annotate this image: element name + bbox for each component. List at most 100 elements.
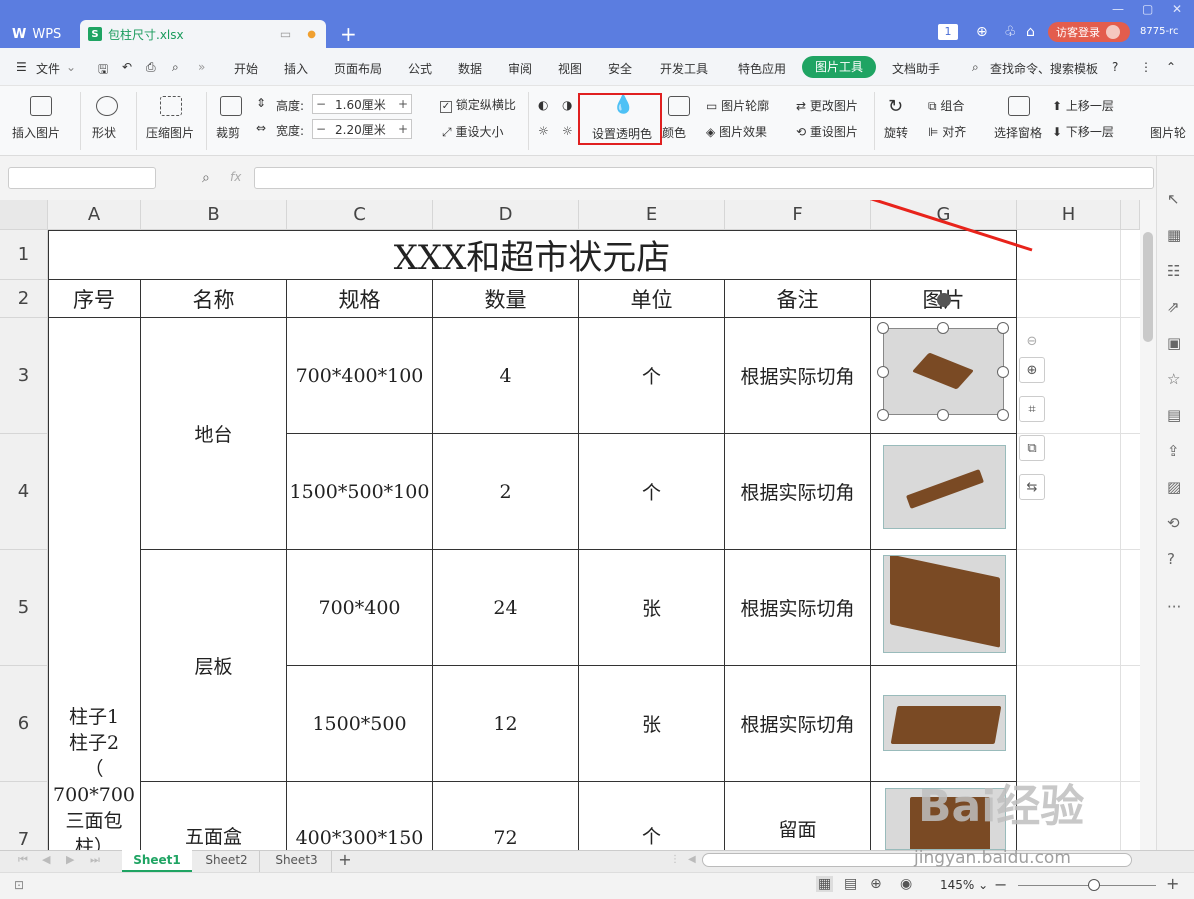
spec-cell[interactable]: 400*300*150 [287, 782, 433, 850]
rotate-handle-icon[interactable] [937, 293, 951, 307]
note-cell[interactable]: 留面 100*300 [725, 782, 871, 850]
lock-ratio-checkbox[interactable]: ✓ 锁定纵横比 [440, 96, 516, 113]
decrease-icon[interactable]: − [313, 122, 329, 136]
effect-button[interactable]: ◈ 图片效果 [706, 123, 767, 140]
quantity-cell[interactable]: 12 [433, 666, 579, 782]
sheet-tab[interactable]: Sheet1 [122, 850, 192, 872]
rotate-button[interactable]: 旋转 [884, 124, 908, 141]
share-panel-icon[interactable]: ⇗ [1167, 298, 1180, 316]
header-cell[interactable]: 名称 [141, 280, 287, 318]
note-cell[interactable]: 根据实际切角 [725, 318, 871, 434]
send-backward-button[interactable]: ⬇ 下移一层 [1052, 123, 1114, 140]
star-icon[interactable]: ☆ [1167, 370, 1180, 388]
splitter-icon[interactable]: ⋮ [670, 854, 680, 865]
add-sheet-button[interactable]: + [334, 850, 356, 872]
name-box[interactable] [8, 167, 156, 189]
fx-icon[interactable]: fx [230, 170, 241, 184]
menu-developer[interactable]: 开发工具 [660, 60, 708, 77]
align-button[interactable]: ⊫ 对齐 [928, 123, 966, 140]
hamburger-icon[interactable]: ☰ [16, 60, 27, 74]
close-icon[interactable]: ✕ [1172, 2, 1182, 16]
resize-handle[interactable] [937, 409, 949, 421]
help-icon[interactable]: ? [1112, 60, 1118, 74]
increase-icon[interactable]: + [395, 97, 411, 111]
resize-handle[interactable] [877, 322, 889, 334]
color-button[interactable]: 颜色 [662, 124, 686, 141]
gallery-icon[interactable]: ▨ [1167, 478, 1181, 496]
bring-forward-button[interactable]: ⬆ 上移一层 [1052, 97, 1114, 114]
header-cell[interactable]: 备注 [725, 280, 871, 318]
picture-to-cell-icon[interactable]: ⧉ [1019, 435, 1045, 461]
unit-cell[interactable]: 张 [579, 550, 725, 666]
menu-insert[interactable]: 插入 [284, 60, 308, 77]
item-number-cell[interactable]: 柱子1 柱子2 （ 700*700 三面包 柱） [48, 318, 141, 850]
sheet-tab[interactable]: Sheet2 [194, 850, 260, 872]
unit-cell[interactable]: 个 [579, 434, 725, 550]
normal-view-icon[interactable]: ▦ [816, 876, 834, 892]
crop-button[interactable]: 裁剪 [216, 124, 240, 141]
reset-picture-button[interactable]: ⟲ 重设图片 [796, 123, 858, 140]
row-header[interactable]: 5 [0, 550, 48, 666]
image-panel-icon[interactable]: ▣ [1167, 334, 1181, 352]
unit-cell[interactable]: 个 [579, 318, 725, 434]
menu-security[interactable]: 安全 [608, 60, 632, 77]
more-panel-icon[interactable]: ··· [1167, 598, 1181, 616]
zoom-out-icon[interactable]: ⊖ [1019, 328, 1045, 354]
name-cell[interactable]: 五面盒 [141, 782, 287, 850]
menu-data[interactable]: 数据 [458, 60, 482, 77]
wps-home-tab[interactable]: W WPS [0, 20, 76, 48]
row-header[interactable]: 3 [0, 318, 48, 434]
selected-picture[interactable] [883, 328, 1004, 415]
header-cell[interactable]: 单位 [579, 280, 725, 318]
first-sheet-icon[interactable]: ⏮ [18, 853, 28, 867]
insert-picture-button[interactable]: 插入图片 [12, 124, 60, 141]
spec-cell[interactable]: 700*400 [287, 550, 433, 666]
picture[interactable] [883, 445, 1006, 529]
chevron-down-icon[interactable]: ⌄ [66, 60, 76, 74]
picture-more-button[interactable]: 图片轮 [1150, 124, 1186, 141]
quantity-cell[interactable]: 2 [433, 434, 579, 550]
unit-cell[interactable]: 个 [579, 782, 725, 850]
resize-handle[interactable] [877, 366, 889, 378]
unit-cell[interactable]: 张 [579, 666, 725, 782]
zoom-out-button[interactable]: − [994, 875, 1007, 894]
prev-sheet-icon[interactable]: ◀ [42, 853, 50, 866]
worksheet[interactable]: A B C D E F G H 1 2 3 4 5 6 7 XXX和超市状元店 … [0, 200, 1156, 850]
last-sheet-icon[interactable]: ⏭ [90, 853, 100, 867]
eye-protection-icon[interactable]: ◉ [900, 876, 912, 892]
help-circle-icon[interactable]: ? [1167, 550, 1175, 568]
menu-doc-helper[interactable]: 文档助手 [892, 60, 940, 77]
undo-icon[interactable]: ↶ [122, 60, 132, 74]
shape-button[interactable]: 形状 [92, 124, 116, 141]
maximize-icon[interactable]: ▢ [1142, 2, 1153, 16]
zoom-level[interactable]: 145% ⌄ [940, 878, 988, 892]
spec-cell[interactable]: 1500*500 [287, 666, 433, 782]
row-header[interactable]: 1 [0, 230, 48, 280]
header-cell[interactable]: 序号 [48, 280, 141, 318]
header-cell[interactable]: 数量 [433, 280, 579, 318]
select-all-corner[interactable] [0, 200, 48, 230]
window-count-badge[interactable]: 1 [938, 24, 958, 40]
change-picture-button[interactable]: ⇄ 更改图片 [796, 97, 858, 114]
menu-file[interactable]: 文件 [36, 60, 60, 77]
menu-review[interactable]: 审阅 [508, 60, 532, 77]
picture[interactable] [883, 695, 1006, 751]
row-header[interactable]: 4 [0, 434, 48, 550]
quantity-cell[interactable]: 72 [433, 782, 579, 850]
zoom-icon[interactable]: ⌕ [202, 170, 210, 186]
resize-handle[interactable] [997, 366, 1009, 378]
row-header[interactable]: 2 [0, 280, 48, 318]
export-icon[interactable]: ⇪ [1167, 442, 1180, 460]
picture[interactable] [883, 555, 1006, 653]
width-stepper[interactable]: −2.20厘米 + [312, 119, 412, 139]
decrease-icon[interactable]: − [313, 97, 329, 111]
history-icon[interactable]: ⟲ [1167, 514, 1180, 532]
menu-page-layout[interactable]: 页面布局 [334, 60, 382, 77]
reading-mode-icon[interactable]: ⊕ [870, 876, 882, 892]
resize-handle[interactable] [997, 409, 1009, 421]
macro-icon[interactable]: ⊡ [14, 878, 24, 892]
crop-tool-icon[interactable]: ⌗ [1019, 396, 1045, 422]
menu-start[interactable]: 开始 [234, 60, 258, 77]
menu-picture-tools[interactable]: 图片工具 [802, 56, 876, 78]
print-preview-icon[interactable]: ⌕ [172, 60, 179, 75]
